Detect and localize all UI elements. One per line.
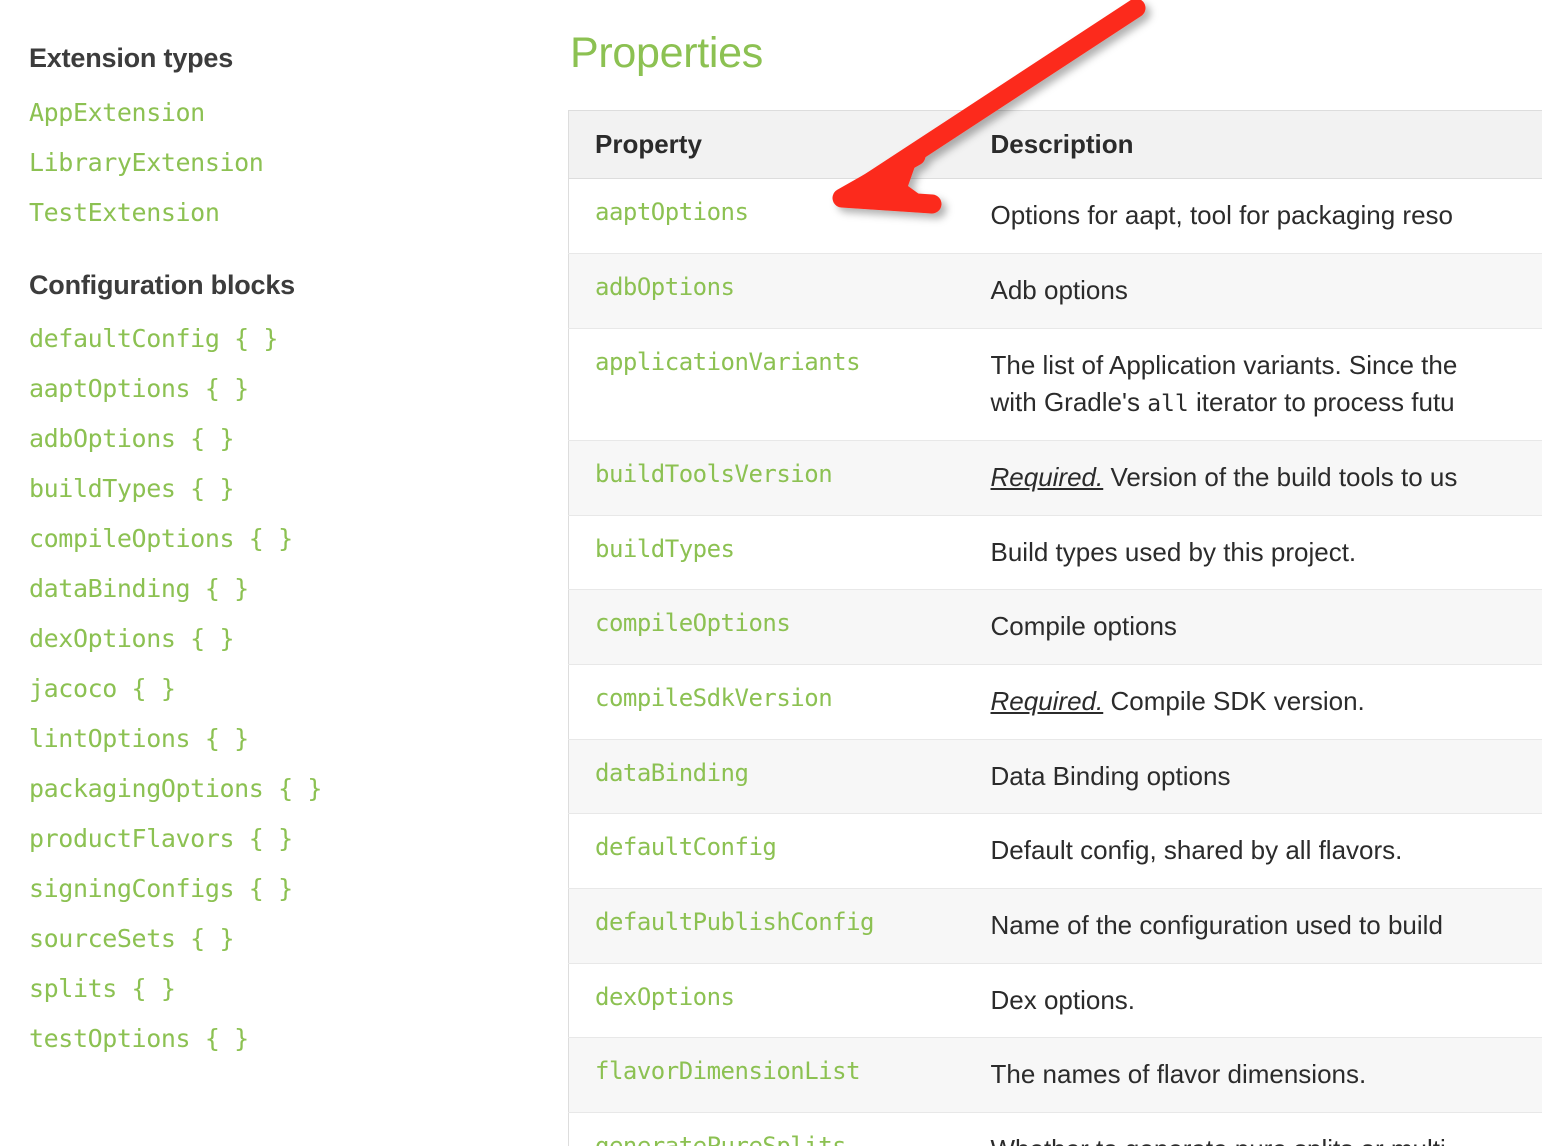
sidebar-item-productflavors[interactable]: productFlavors { } (29, 826, 540, 851)
required-badge: Required. (990, 461, 1104, 492)
table-row[interactable]: aaptOptions Options for aapt, tool for p… (568, 178, 1542, 254)
table-row[interactable]: defaultConfig Default config, shared by … (568, 813, 1542, 890)
property-name-databinding[interactable]: dataBinding (568, 739, 965, 815)
sidebar-item-jacoco[interactable]: jacoco { } (29, 676, 540, 701)
description-line: The names of flavor dimensions. (990, 1059, 1367, 1090)
property-name-applicationvariants[interactable]: applicationVariants (568, 328, 965, 441)
property-name-adboptions[interactable]: adbOptions (568, 253, 965, 329)
property-description: Whether to generate pure splits or multi (964, 1112, 1542, 1146)
description-line: Required. Version of the build tools to … (991, 459, 1542, 497)
description-line: Build types used by this project. (990, 536, 1357, 567)
property-name-buildtoolsversion[interactable]: buildToolsVersion (568, 440, 965, 516)
sidebar-navigation: Extension types AppExtension LibraryExte… (0, 0, 540, 1146)
property-name-flavordimensionlist[interactable]: flavorDimensionList (568, 1037, 965, 1114)
column-header-description[interactable]: Description (964, 110, 1542, 180)
inline-code-all: all (1147, 391, 1189, 418)
description-line-2: with Gradle's all iterator to process fu… (991, 384, 1542, 422)
property-description: The list of Application variants. Since … (964, 328, 1542, 441)
table-row[interactable]: compileOptions Compile options (568, 589, 1542, 665)
description-text: Compile SDK version. (1103, 686, 1365, 716)
properties-table: Property Description aaptOptions Options… (568, 110, 1542, 1146)
sidebar-item-buildtypes[interactable]: buildTypes { } (29, 476, 540, 501)
sidebar-item-packagingoptions[interactable]: packagingOptions { } (29, 776, 540, 801)
description-line: Data Binding options (990, 760, 1231, 791)
description-line: Required. Compile SDK version. (991, 683, 1542, 721)
property-description: Adb options (964, 253, 1542, 329)
sidebar-item-lintoptions[interactable]: lintOptions { } (29, 726, 540, 751)
table-row[interactable]: buildTypes Build types used by this proj… (568, 515, 1542, 591)
page-title: Properties (570, 29, 763, 77)
description-line: Name of the configuration used to build (990, 910, 1443, 941)
sidebar-heading-configuration-blocks: Configuration blocks (29, 269, 296, 300)
table-row[interactable]: defaultPublishConfig Name of the configu… (568, 888, 1542, 964)
description-text-post: iterator to process futu (1188, 387, 1455, 418)
property-description: Compile options (964, 589, 1542, 665)
main-content: Properties Property Description aaptOpti… (568, 0, 1542, 1146)
description-text-pre: with Gradle's (990, 387, 1148, 418)
property-description: Options for aapt, tool for packaging res… (964, 178, 1542, 254)
table-row[interactable]: dataBinding Data Binding options (568, 739, 1542, 815)
property-description: Required. Compile SDK version. (964, 664, 1542, 740)
table-body: aaptOptions Options for aapt, tool for p… (568, 178, 1542, 1146)
property-name-defaultconfig[interactable]: defaultConfig (568, 813, 965, 890)
description-line: Whether to generate pure splits or multi (991, 1131, 1542, 1146)
sidebar-item-splits[interactable]: splits { } (29, 976, 540, 1001)
sidebar-item-testoptions[interactable]: testOptions { } (29, 1026, 540, 1051)
page-root: Extension types AppExtension LibraryExte… (0, 0, 1542, 1146)
property-name-compileoptions[interactable]: compileOptions (568, 589, 965, 665)
table-header-row: Property Description (568, 110, 1542, 180)
description-line: The list of Application variants. Since … (990, 349, 1458, 380)
property-description: Build types used by this project. (964, 515, 1542, 591)
property-description: Data Binding options (964, 739, 1542, 815)
description-line: Default config, shared by all flavors. (990, 835, 1403, 866)
property-description: Default config, shared by all flavors. (964, 813, 1542, 890)
required-badge: Required. (990, 686, 1104, 716)
description-line: Options for aapt, tool for packaging res… (990, 200, 1454, 231)
table-row[interactable]: generatePureSplits Whether to generate p… (568, 1112, 1542, 1146)
sidebar-section-extension-types: Extension types AppExtension LibraryExte… (29, 43, 540, 225)
table-row[interactable]: adbOptions Adb options (568, 253, 1542, 329)
description-line: Dex options. (990, 984, 1136, 1015)
sidebar-item-adboptions[interactable]: adbOptions { } (29, 426, 540, 451)
property-name-aaptoptions[interactable]: aaptOptions (568, 178, 965, 254)
description-line: Adb options (990, 274, 1128, 305)
sidebar-item-signingconfigs[interactable]: signingConfigs { } (29, 876, 540, 901)
table-row[interactable]: applicationVariants The list of Applicat… (568, 328, 1542, 441)
sidebar-item-appextension[interactable]: AppExtension (29, 100, 540, 125)
table-row[interactable]: dexOptions Dex options. (568, 963, 1542, 1039)
sidebar-item-compileoptions[interactable]: compileOptions { } (29, 526, 540, 551)
property-name-compilesdkversion[interactable]: compileSdkVersion (568, 664, 965, 740)
sidebar-section-configuration-blocks: Configuration blocks defaultConfig { } a… (29, 269, 540, 1051)
table-row[interactable]: compileSdkVersion Required. Compile SDK … (568, 664, 1542, 740)
table-row[interactable]: flavorDimensionList The names of flavor … (568, 1037, 1542, 1114)
sidebar-heading-extension-types: Extension types (29, 43, 234, 73)
column-header-property[interactable]: Property (568, 110, 965, 180)
property-description: Dex options. (964, 963, 1542, 1039)
description-text: Version of the build tools to us (1103, 461, 1458, 492)
property-name-defaultpublishconfig[interactable]: defaultPublishConfig (568, 888, 965, 964)
sidebar-item-libraryextension[interactable]: LibraryExtension (29, 150, 540, 175)
table-head: Property Description (568, 110, 1542, 180)
sidebar-item-testextension[interactable]: TestExtension (29, 200, 540, 225)
sidebar-item-databinding[interactable]: dataBinding { } (29, 576, 540, 601)
sidebar-item-dexoptions[interactable]: dexOptions { } (29, 626, 540, 651)
sidebar-item-sourcesets[interactable]: sourceSets { } (29, 926, 540, 951)
sidebar-item-aaptoptions[interactable]: aaptOptions { } (29, 376, 540, 401)
property-name-buildtypes[interactable]: buildTypes (568, 515, 965, 591)
sidebar-item-defaultconfig[interactable]: defaultConfig { } (29, 326, 540, 351)
property-name-generatepuresplits[interactable]: generatePureSplits (568, 1112, 965, 1146)
table-row[interactable]: buildToolsVersion Required. Version of t… (568, 440, 1542, 516)
property-name-dexoptions[interactable]: dexOptions (568, 963, 965, 1039)
description-line: Compile options (990, 611, 1177, 642)
property-description: Required. Version of the build tools to … (964, 440, 1542, 516)
property-description: Name of the configuration used to build (964, 888, 1542, 964)
property-description: The names of flavor dimensions. (964, 1037, 1542, 1114)
